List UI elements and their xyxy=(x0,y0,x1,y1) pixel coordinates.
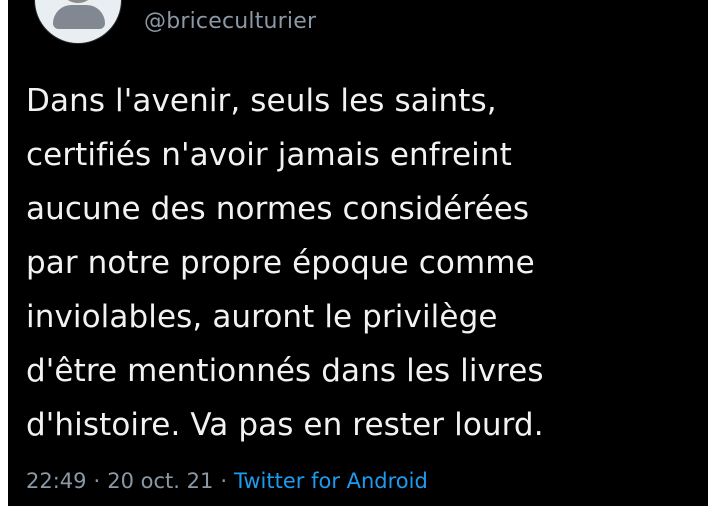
tweet-text-line: d'histoire. Va pas en rester lourd. xyxy=(26,407,544,443)
tweet-date[interactable]: 20 oct. 21 xyxy=(107,469,213,493)
tweet-source-link[interactable]: Twitter for Android xyxy=(234,469,428,493)
tweet-text-line: Dans l'avenir, seuls les saints, xyxy=(26,83,497,119)
tweet-text-line: d'être mentionnés dans les livres xyxy=(26,353,544,389)
user-handle[interactable]: @briceculturier xyxy=(144,8,316,36)
meta-separator: · xyxy=(220,469,228,493)
tweet-text-line: par notre propre époque comme xyxy=(26,245,535,281)
meta-separator: · xyxy=(93,469,101,493)
tweet-metadata: 22:49 · 20 oct. 21 · Twitter for Android xyxy=(26,465,428,497)
tweet-text-line: certifiés n'avoir jamais enfreint xyxy=(26,137,512,173)
tweet-time[interactable]: 22:49 xyxy=(26,469,87,493)
tweet-text-line: inviolables, auront le privilège xyxy=(26,299,498,335)
tweet-card: @briceculturier Dans l'avenir, seuls les… xyxy=(8,0,708,506)
tweet-text: Dans l'avenir, seuls les saints, certifi… xyxy=(26,74,696,452)
tweet-text-line: aucune des normes considérées xyxy=(26,191,530,227)
avatar[interactable] xyxy=(34,0,122,44)
